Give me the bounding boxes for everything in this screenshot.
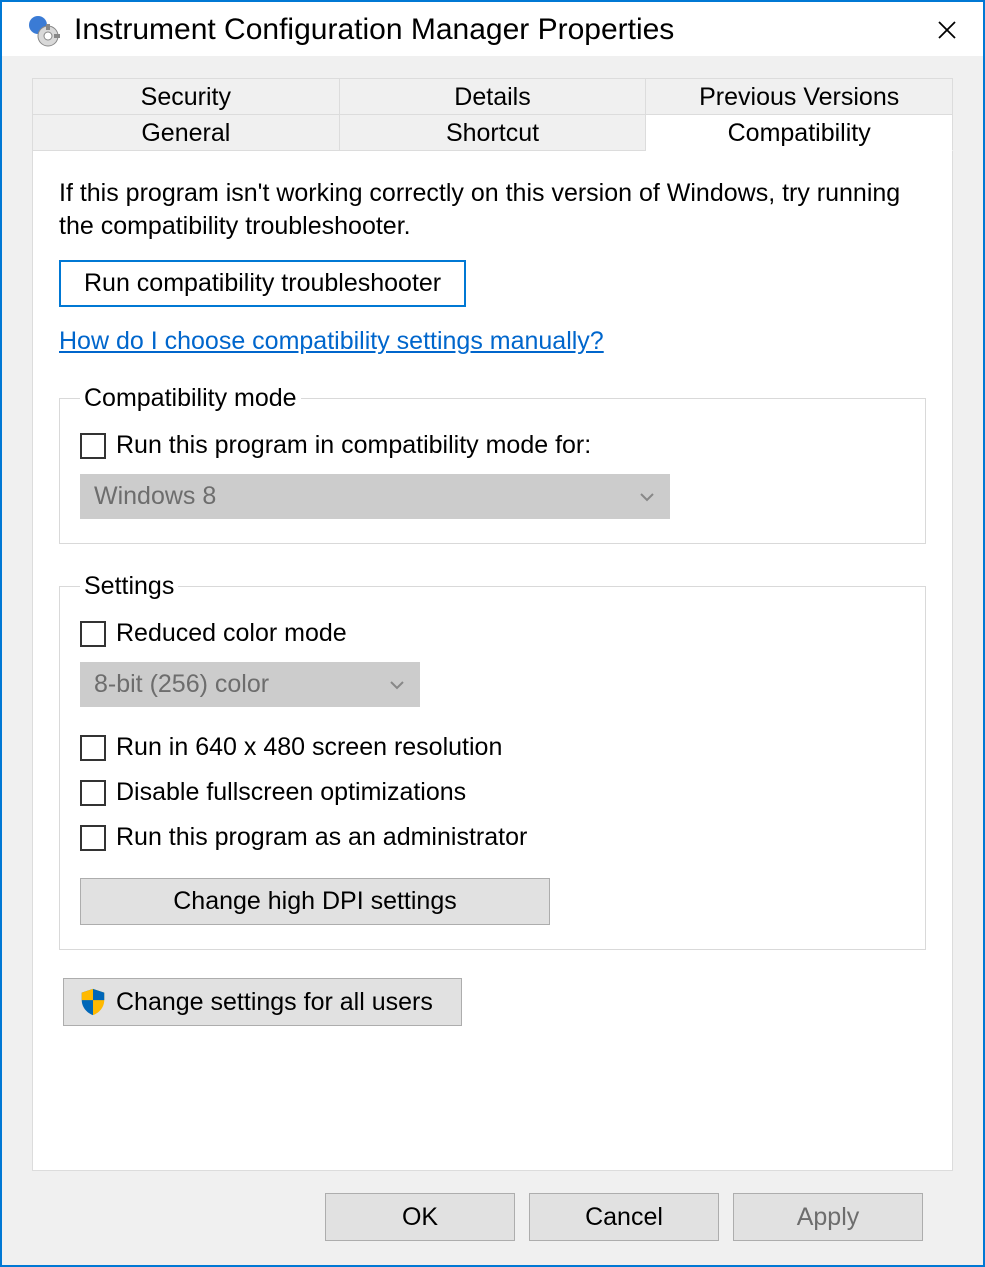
compat-mode-checkbox[interactable] bbox=[80, 433, 106, 459]
chevron-down-icon bbox=[638, 488, 656, 506]
tab-strip: Security Details Previous Versions Gener… bbox=[32, 78, 953, 151]
dialog-footer: OK Cancel Apply bbox=[32, 1171, 953, 1265]
reduced-color-label: Reduced color mode bbox=[116, 619, 347, 648]
properties-dialog: Instrument Configuration Manager Propert… bbox=[0, 0, 985, 1267]
high-dpi-settings-button[interactable]: Change high DPI settings bbox=[80, 878, 550, 925]
tab-page-compatibility: If this program isn't working correctly … bbox=[32, 151, 953, 1171]
tab-security[interactable]: Security bbox=[32, 78, 340, 115]
apply-button[interactable]: Apply bbox=[733, 1193, 923, 1241]
tab-previous-versions[interactable]: Previous Versions bbox=[646, 78, 953, 115]
ok-button[interactable]: OK bbox=[325, 1193, 515, 1241]
change-all-users-label: Change settings for all users bbox=[116, 988, 433, 1017]
run-640x480-label: Run in 640 x 480 screen resolution bbox=[116, 733, 502, 762]
help-link[interactable]: How do I choose compatibility settings m… bbox=[59, 327, 604, 356]
settings-legend: Settings bbox=[80, 572, 178, 601]
run-640x480-checkbox[interactable] bbox=[80, 735, 106, 761]
reduced-color-checkbox[interactable] bbox=[80, 621, 106, 647]
app-icon bbox=[24, 12, 60, 48]
color-mode-dropdown[interactable]: 8-bit (256) color bbox=[80, 662, 420, 707]
settings-group: Settings Reduced color mode 8-bit (256) … bbox=[59, 572, 926, 950]
run-as-admin-label: Run this program as an administrator bbox=[116, 823, 527, 852]
titlebar: Instrument Configuration Manager Propert… bbox=[2, 2, 983, 56]
tab-shortcut[interactable]: Shortcut bbox=[340, 115, 647, 151]
window-title: Instrument Configuration Manager Propert… bbox=[74, 13, 915, 47]
run-as-admin-checkbox[interactable] bbox=[80, 825, 106, 851]
disable-fullscreen-label: Disable fullscreen optimizations bbox=[116, 778, 466, 807]
compat-mode-dropdown[interactable]: Windows 8 bbox=[80, 474, 670, 519]
change-all-users-button[interactable]: Change settings for all users bbox=[63, 978, 462, 1026]
intro-text: If this program isn't working correctly … bbox=[59, 177, 926, 242]
shield-icon bbox=[78, 987, 108, 1017]
color-mode-selected: 8-bit (256) color bbox=[94, 670, 269, 699]
cancel-button[interactable]: Cancel bbox=[529, 1193, 719, 1241]
disable-fullscreen-checkbox[interactable] bbox=[80, 780, 106, 806]
compat-mode-selected: Windows 8 bbox=[94, 482, 216, 511]
tab-general[interactable]: General bbox=[32, 115, 340, 151]
tab-details[interactable]: Details bbox=[340, 78, 647, 115]
compatibility-mode-legend: Compatibility mode bbox=[80, 384, 301, 413]
close-icon bbox=[937, 20, 957, 40]
tab-compatibility[interactable]: Compatibility bbox=[646, 115, 953, 151]
chevron-down-icon bbox=[388, 676, 406, 694]
compat-mode-label: Run this program in compatibility mode f… bbox=[116, 431, 591, 460]
close-button[interactable] bbox=[929, 12, 965, 48]
compatibility-mode-group: Compatibility mode Run this program in c… bbox=[59, 384, 926, 544]
run-troubleshooter-button[interactable]: Run compatibility troubleshooter bbox=[59, 260, 466, 307]
client-area: Security Details Previous Versions Gener… bbox=[2, 56, 983, 1265]
